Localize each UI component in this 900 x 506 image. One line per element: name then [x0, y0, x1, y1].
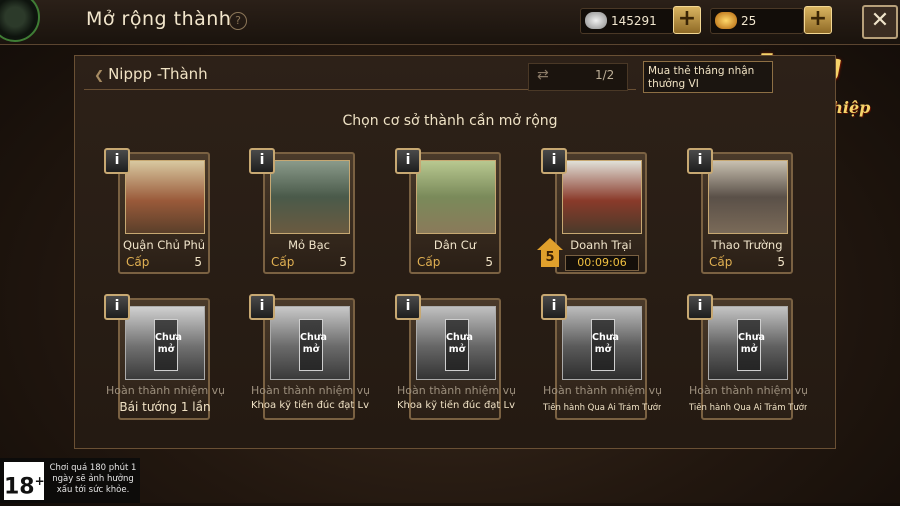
help-icon[interactable]: ?	[229, 12, 247, 30]
close-button[interactable]: ✕	[862, 5, 898, 39]
upgrade-level: 5	[541, 249, 559, 267]
quest-label: Hoàn thành nhiệm vụ	[397, 384, 515, 397]
age-plus: +	[34, 474, 45, 488]
minimap-corner-icon[interactable]	[0, 0, 40, 42]
locked-card-2[interactable]: i Chưa mở Hoàn thành nhiệm vụ Khoa kỹ ti…	[249, 294, 369, 420]
city-name: Nippp -Thành	[94, 65, 208, 83]
silver-ingot-icon	[585, 12, 607, 29]
upgrade-badge-icon: 5	[537, 238, 563, 268]
level-label: Cấp	[417, 255, 441, 269]
info-button[interactable]: i	[395, 148, 421, 174]
unlock-requirement: Khoa kỹ tiền đúc đạt Lv3	[397, 400, 515, 411]
locked-building-image: Chưa mở	[125, 306, 205, 380]
upgrade-timer: 00:09:06	[565, 255, 639, 271]
building-card-dan-cu[interactable]: i Dân Cư Cấp 5	[395, 148, 501, 274]
level-value: 5	[194, 255, 202, 269]
info-button[interactable]: i	[249, 148, 275, 174]
level-value: 5	[339, 255, 347, 269]
info-button[interactable]: i	[395, 294, 421, 320]
palace-image	[125, 160, 205, 234]
info-button[interactable]: i	[541, 148, 567, 174]
locked-label: Chưa mở	[154, 319, 182, 371]
locked-card-3[interactable]: i Chưa mở Hoàn thành nhiệm vụ Khoa kỹ ti…	[395, 294, 515, 420]
building-name: Thao Trường	[711, 238, 783, 252]
gold-ingot-icon	[715, 12, 737, 29]
info-button[interactable]: i	[104, 294, 130, 320]
unlock-requirement: Khoa kỹ tiền đúc đạt Lv3	[251, 400, 369, 411]
locked-building-image: Chưa mở	[562, 306, 642, 380]
unlock-requirement: Bái tướng 1 lần	[119, 400, 211, 414]
age-number: 18	[4, 474, 35, 500]
quest-label: Hoàn thành nhiệm vụ	[543, 384, 661, 397]
locked-label: Chưa mở	[591, 319, 619, 371]
locked-label: Chưa mở	[299, 319, 327, 371]
page-title: Mở rộng thành	[86, 8, 232, 30]
building-card-mo-bac[interactable]: i Mỏ Bạc Cấp 5	[249, 148, 355, 274]
gold-amount: 25	[741, 14, 757, 28]
locked-label: Chưa mở	[445, 319, 473, 371]
silver-mine-image	[270, 160, 350, 234]
quest-label: Hoàn thành nhiệm vụ	[251, 384, 369, 397]
locked-card-4[interactable]: i Chưa mở Hoàn thành nhiệm vụ Tiến hành …	[541, 294, 661, 420]
page-indicator: 1/2	[595, 68, 615, 82]
age-rating-badge: 18+	[4, 462, 45, 500]
gold-counter: 25	[710, 8, 804, 34]
building-name: Quận Chủ Phủ	[122, 238, 206, 252]
building-name: Doanh Trại	[570, 238, 632, 252]
locked-label: Chưa mở	[737, 319, 765, 371]
locked-card-1[interactable]: i Chưa mở Hoàn thành nhiệm vụ Bái tướng …	[104, 294, 224, 420]
city-pager[interactable]: ⇄ 1/2	[528, 63, 628, 91]
silver-amount: 145291	[611, 14, 657, 28]
section-title: Chọn cơ sở thành cần mở rộng	[342, 113, 558, 129]
locked-building-image: Chưa mở	[708, 306, 788, 380]
add-silver-button[interactable]: +	[673, 6, 701, 34]
level-label: Cấp	[126, 255, 150, 269]
silver-counter: 145291	[580, 8, 674, 34]
info-button[interactable]: i	[249, 294, 275, 320]
locked-building-image: Chưa mở	[416, 306, 496, 380]
unlock-requirement: Tiến hành Qua Ải Trảm Tướng 1 lần	[689, 403, 807, 413]
barracks-image	[562, 160, 642, 234]
building-card-doanh-trai[interactable]: i 5 Doanh Trại 00:09:06	[537, 148, 647, 274]
age-rating-notice: 18+ Chơi quá 180 phút 1 ngày sẽ ảnh hưởn…	[0, 458, 140, 503]
info-button[interactable]: i	[687, 148, 713, 174]
health-warning: Chơi quá 180 phút 1 ngày sẽ ảnh hưởng xấ…	[49, 463, 137, 495]
info-button[interactable]: i	[687, 294, 713, 320]
swap-arrow-icon[interactable]: ⇄	[537, 67, 549, 83]
info-button[interactable]: i	[541, 294, 567, 320]
locked-building-image: Chưa mở	[270, 306, 350, 380]
level-label: Cấp	[271, 255, 295, 269]
quest-label: Hoàn thành nhiệm vụ	[689, 384, 807, 397]
building-name: Dân Cư	[433, 238, 477, 252]
residence-image	[416, 160, 496, 234]
add-gold-button[interactable]: +	[804, 6, 832, 34]
locked-card-5[interactable]: i Chưa mở Hoàn thành nhiệm vụ Tiến hành …	[687, 294, 807, 420]
unlock-requirement: Tiến hành Qua Ải Trảm Tướng 1 lần	[543, 403, 661, 413]
training-ground-image	[708, 160, 788, 234]
quest-label: Hoàn thành nhiệm vụ	[106, 384, 224, 397]
top-bar: Mở rộng thành ? 145291 + 25 + ✕	[0, 0, 900, 45]
level-label: Cấp	[709, 255, 733, 269]
level-value: 5	[777, 255, 785, 269]
building-card-thao-truong[interactable]: i Thao Trường Cấp 5	[687, 148, 793, 274]
level-value: 5	[485, 255, 493, 269]
building-card-quan-chu-phu[interactable]: i Quận Chủ Phủ Cấp 5	[104, 148, 210, 274]
monthly-card-button[interactable]: Mua thẻ tháng nhận thưởng VI	[643, 61, 773, 93]
info-button[interactable]: i	[104, 148, 130, 174]
building-name: Mỏ Bạc	[288, 238, 330, 252]
